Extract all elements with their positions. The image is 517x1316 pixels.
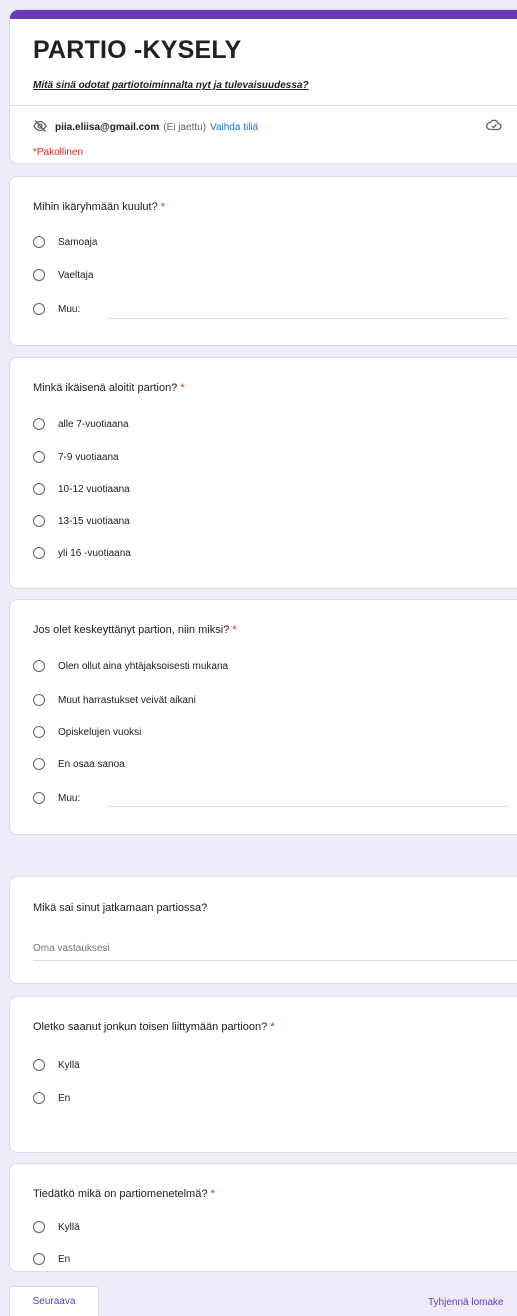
radio-button[interactable]: [33, 303, 45, 315]
radio-button[interactable]: [33, 792, 45, 804]
question-card: Mihin ikäryhmään kuulut? * Samoaja Vaelt…: [9, 176, 517, 346]
radio-option-other[interactable]: Muu:: [33, 303, 80, 315]
radio-button[interactable]: [33, 1092, 45, 1104]
radio-button[interactable]: [33, 269, 45, 281]
radio-button[interactable]: [33, 1059, 45, 1071]
radio-option[interactable]: 10-12 vuotiaana: [33, 483, 130, 495]
account-row: piia.eliisa@gmail.com (Ei jaettu) Vaihda…: [33, 120, 258, 135]
radio-option[interactable]: En osaa sanoa: [33, 758, 125, 770]
radio-button[interactable]: [33, 483, 45, 495]
radio-option[interactable]: yli 16 -vuotiaana: [33, 547, 131, 559]
question-card: Minkä ikäisenä aloitit partion? * alle 7…: [9, 357, 517, 589]
required-note: *Pakollinen: [33, 147, 84, 158]
radio-option[interactable]: En: [33, 1253, 70, 1265]
radio-button[interactable]: [33, 451, 45, 463]
other-text-input[interactable]: [108, 806, 508, 807]
radio-button[interactable]: [33, 1253, 45, 1265]
radio-button[interactable]: [33, 236, 45, 248]
radio-button[interactable]: [33, 547, 45, 559]
radio-button[interactable]: [33, 660, 45, 672]
radio-option[interactable]: Olen ollut aina yhtäjaksoisesti mukana: [33, 660, 228, 672]
radio-button[interactable]: [33, 758, 45, 770]
switch-account-link[interactable]: Vaihda tiliä: [210, 122, 258, 133]
next-button[interactable]: Seuraava: [9, 1286, 99, 1316]
clear-form-button[interactable]: Tyhjennä lomake: [428, 1297, 504, 1308]
radio-option[interactable]: Opiskelujen vuoksi: [33, 726, 141, 738]
radio-option[interactable]: Muut harrastukset veivät aikani: [33, 694, 196, 706]
radio-option[interactable]: 13-15 vuotiaana: [33, 515, 130, 527]
cloud-saved-icon: [486, 118, 502, 136]
question-card: Jos olet keskeyttänyt partion, niin miks…: [9, 599, 517, 835]
radio-button[interactable]: [33, 1221, 45, 1233]
question-card: Oletko saanut jonkun toisen liittymään p…: [9, 996, 517, 1153]
form-header-card: PARTIO -KYSELY Mitä sinä odotat partioto…: [9, 9, 517, 164]
radio-option[interactable]: Samoaja: [33, 236, 97, 248]
short-answer-input[interactable]: Oma vastauksesi: [33, 943, 517, 961]
account-email: piia.eliisa@gmail.com: [55, 122, 160, 133]
question-title: Jos olet keskeyttänyt partion, niin miks…: [33, 624, 237, 636]
question-title: Mikä sai sinut jatkamaan partiossa?: [33, 902, 208, 914]
question-title: Tiedätkö mikä on partiomenetelmä? *: [33, 1188, 215, 1200]
radio-option[interactable]: En: [33, 1092, 70, 1104]
other-text-input[interactable]: [108, 318, 508, 319]
radio-button[interactable]: [33, 515, 45, 527]
accent-bar: [10, 10, 517, 19]
question-title: Mihin ikäryhmään kuulut? *: [33, 201, 166, 213]
form-description: Mitä sinä odotat partiotoiminnalta nyt j…: [33, 80, 309, 91]
radio-option-other[interactable]: Muu:: [33, 792, 80, 804]
radio-option[interactable]: Vaeltaja: [33, 269, 93, 281]
question-card: Tiedätkö mikä on partiomenetelmä? * Kyll…: [9, 1163, 517, 1272]
account-shared-status: (Ei jaettu): [163, 122, 207, 133]
radio-option[interactable]: 7-9 vuotiaana: [33, 451, 119, 463]
question-title: Oletko saanut jonkun toisen liittymään p…: [33, 1021, 275, 1033]
question-card: Mikä sai sinut jatkamaan partiossa? Oma …: [9, 876, 517, 984]
form-title: PARTIO -KYSELY: [33, 36, 242, 64]
radio-option[interactable]: Kyllä: [33, 1059, 80, 1071]
radio-button[interactable]: [33, 726, 45, 738]
eye-off-icon: [33, 120, 47, 135]
question-title: Minkä ikäisenä aloitit partion? *: [33, 382, 185, 394]
radio-button[interactable]: [33, 418, 45, 430]
radio-button[interactable]: [33, 694, 45, 706]
radio-option[interactable]: alle 7-vuotiaana: [33, 418, 129, 430]
divider: [10, 105, 517, 106]
radio-option[interactable]: Kyllä: [33, 1221, 80, 1233]
